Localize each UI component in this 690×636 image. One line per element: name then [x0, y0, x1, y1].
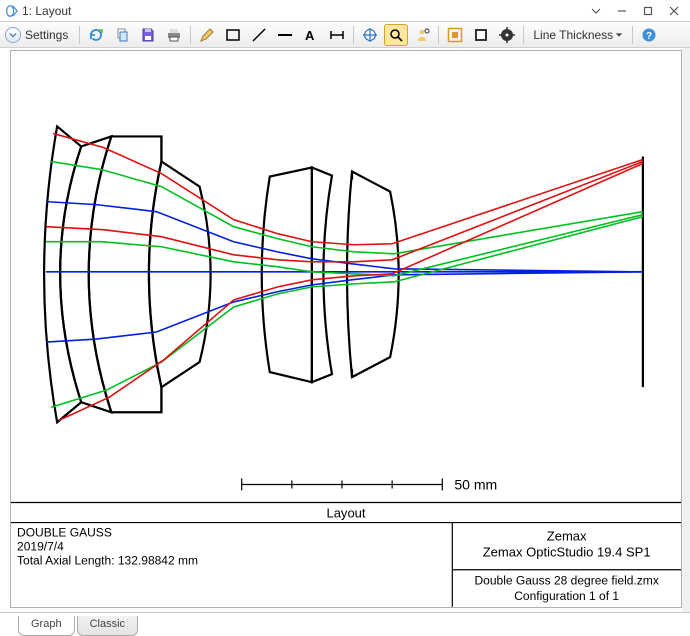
zoom-tool[interactable] — [384, 24, 408, 46]
print-button[interactable] — [162, 24, 186, 46]
refresh-button[interactable] — [84, 24, 108, 46]
dash-icon — [277, 27, 293, 43]
separator — [79, 26, 80, 44]
minimize-button[interactable] — [610, 2, 634, 20]
line-thickness-dropdown[interactable]: Line Thickness — [528, 24, 628, 46]
maximize-button[interactable] — [636, 2, 660, 20]
title-bar: 1: Layout — [0, 0, 690, 22]
optical-layout-svg: 50 mm Layout DOUBLE GAUSS 2019/7/4 Total… — [11, 51, 681, 607]
svg-text:A: A — [305, 28, 315, 43]
window-title: 1: Layout — [22, 4, 71, 18]
save-icon — [140, 27, 156, 43]
line-icon — [251, 27, 267, 43]
caret-down-icon — [615, 31, 623, 39]
svg-text:2019/7/4: 2019/7/4 — [17, 540, 64, 554]
separator — [523, 26, 524, 44]
svg-text:Double Gauss 28 degree field.z: Double Gauss 28 degree field.zmx — [474, 574, 658, 588]
separator — [353, 26, 354, 44]
close-button[interactable] — [662, 2, 686, 20]
refresh-icon — [88, 27, 104, 43]
window-dropdown-button[interactable] — [584, 2, 608, 20]
svg-text:Total Axial Length: 132.98842: Total Axial Length: 132.98842 mm — [17, 554, 198, 568]
print-icon — [166, 27, 182, 43]
magnifier-icon — [388, 27, 404, 43]
line-thickness-label: Line Thickness — [533, 28, 613, 42]
settings-chevron-icon — [5, 27, 21, 43]
pencil-icon — [199, 27, 215, 43]
app-icon — [4, 4, 18, 18]
svg-text:DOUBLE GAUSS: DOUBLE GAUSS — [17, 526, 112, 540]
plot-caption: Layout — [326, 506, 365, 521]
fit-window-tool[interactable] — [443, 24, 467, 46]
target-tool[interactable] — [495, 24, 519, 46]
target-icon — [499, 27, 515, 43]
help-button[interactable]: ? — [637, 24, 661, 46]
pan-icon — [362, 27, 378, 43]
copy-icon — [114, 27, 130, 43]
person-icon — [414, 27, 430, 43]
text-tool[interactable]: A — [299, 24, 323, 46]
scale-bar — [242, 478, 443, 490]
pan-tool[interactable] — [358, 24, 382, 46]
tab-classic[interactable]: Classic — [77, 616, 138, 636]
svg-text:?: ? — [646, 31, 652, 42]
pencil-tool[interactable] — [195, 24, 219, 46]
lock-aspect-tool[interactable] — [469, 24, 493, 46]
text-icon: A — [303, 27, 319, 43]
rectangle-icon — [225, 27, 241, 43]
help-icon: ? — [641, 27, 657, 43]
fit-icon — [447, 27, 463, 43]
measure-tool[interactable] — [325, 24, 349, 46]
tab-graph[interactable]: Graph — [18, 616, 75, 636]
info-panel: Layout DOUBLE GAUSS 2019/7/4 Total Axial… — [11, 503, 681, 607]
copy-button[interactable] — [110, 24, 134, 46]
probe-tool[interactable] — [410, 24, 434, 46]
settings-label: Settings — [25, 28, 68, 42]
lock-icon — [473, 27, 489, 43]
separator — [438, 26, 439, 44]
save-button[interactable] — [136, 24, 160, 46]
scale-label: 50 mm — [454, 476, 497, 492]
rectangle-tool[interactable] — [221, 24, 245, 46]
svg-text:Zemax: Zemax — [547, 529, 587, 544]
svg-text:Zemax OpticStudio 19.4 SP1: Zemax OpticStudio 19.4 SP1 — [483, 545, 651, 560]
layout-canvas[interactable]: 50 mm Layout DOUBLE GAUSS 2019/7/4 Total… — [10, 50, 682, 608]
separator — [190, 26, 191, 44]
separator — [632, 26, 633, 44]
dash-tool[interactable] — [273, 24, 297, 46]
settings-dropdown[interactable]: Settings — [2, 24, 75, 46]
bottom-tab-strip: Graph Classic — [0, 612, 690, 636]
line-tool[interactable] — [247, 24, 271, 46]
toolbar: Settings A — [0, 22, 690, 48]
measure-icon — [329, 27, 345, 43]
svg-text:Configuration 1 of 1: Configuration 1 of 1 — [514, 589, 619, 603]
vertical-scrollbar[interactable] — [682, 48, 690, 612]
